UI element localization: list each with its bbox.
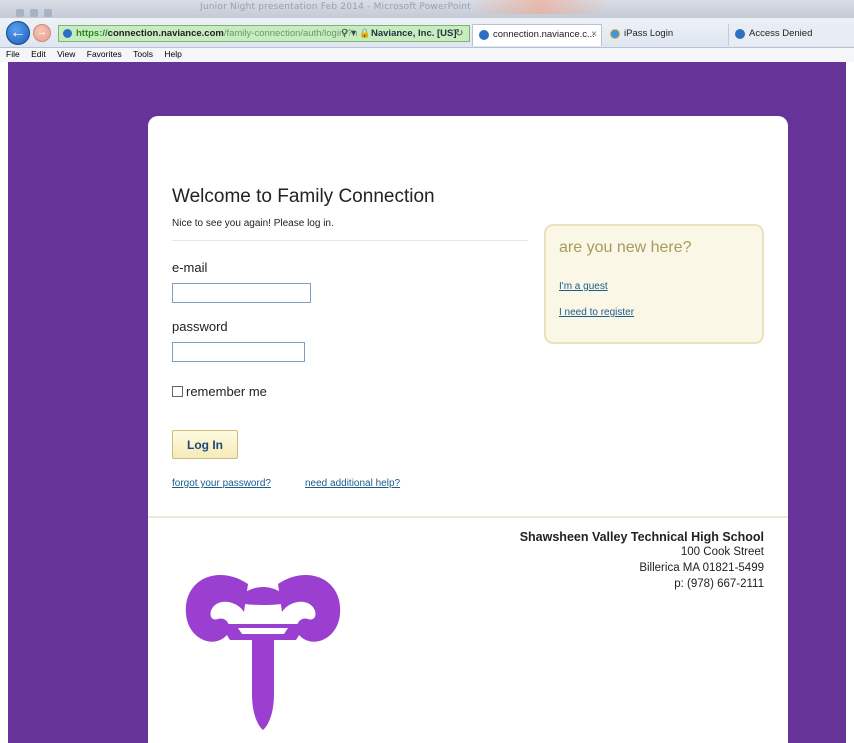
naviance-favicon-icon: [479, 30, 489, 40]
page-title: Welcome to Family Connection: [172, 186, 435, 207]
forgot-password-link[interactable]: forgot your password?: [172, 478, 271, 489]
password-field[interactable]: [172, 342, 305, 362]
school-info: Shawsheen Valley Technical High School 1…: [520, 530, 764, 592]
school-phone: p: (978) 667-2111: [674, 578, 764, 590]
address-url[interactable]: https://connection.naviance.com/family-c…: [76, 26, 357, 41]
guest-link[interactable]: I'm a guest: [559, 281, 608, 292]
school-city: Billerica MA 01821-5499: [639, 562, 764, 574]
address-bar[interactable]: https://connection.naviance.com/family-c…: [58, 25, 470, 42]
forward-arrow-icon[interactable]: →: [33, 24, 51, 42]
password-label: password: [172, 319, 228, 334]
site-globe-icon: [63, 29, 72, 38]
email-label: e-mail: [172, 260, 208, 275]
titlebar-highlight: [470, 0, 610, 14]
page-viewport: Welcome to Family Connection Nice to see…: [0, 62, 854, 743]
lock-icon[interactable]: 🔒: [359, 26, 370, 41]
window-titlebar: Junior Night presentation Feb 2014 - Mic…: [0, 0, 854, 18]
ie-favicon-icon: [610, 29, 620, 39]
tab-connection-naviance[interactable]: connection.naviance.c... ×: [472, 24, 602, 46]
school-name: Shawsheen Valley Technical High School: [519, 530, 764, 544]
school-street: 100 Cook Street: [680, 546, 764, 558]
remember-label: remember me: [186, 384, 267, 399]
url-host: connection.naviance.com: [107, 28, 224, 39]
register-link[interactable]: I need to register: [559, 307, 634, 318]
additional-help-link[interactable]: need additional help?: [305, 478, 400, 489]
window-title: Junior Night presentation Feb 2014 - Mic…: [200, 2, 471, 12]
tab-ipass-login[interactable]: iPass Login: [604, 24, 724, 46]
remember-me[interactable]: remember me: [172, 384, 267, 399]
remember-checkbox[interactable]: [172, 386, 183, 397]
refresh-icon[interactable]: ↻: [455, 26, 463, 41]
divider: [172, 240, 528, 241]
menu-tools[interactable]: Tools: [133, 48, 153, 61]
menu-favorites[interactable]: Favorites: [87, 48, 122, 61]
new-here-panel: are you new here? I'm a guest I need to …: [544, 224, 764, 344]
viewport-margin-right: [846, 62, 854, 743]
tab-label: connection.naviance.c...: [493, 29, 595, 40]
login-button[interactable]: Log In: [172, 430, 238, 459]
url-scheme: https://: [76, 28, 108, 39]
back-arrow-icon[interactable]: ←: [6, 21, 30, 45]
search-dropdown-icon[interactable]: ⚲ ▾: [341, 26, 356, 41]
viewport-margin-left: [0, 62, 8, 743]
ram-logo-icon: [185, 575, 341, 730]
tab-label: iPass Login: [624, 28, 674, 39]
email-field[interactable]: [172, 283, 311, 303]
menu-bar: File Edit View Favorites Tools Help: [0, 48, 854, 62]
menu-edit[interactable]: Edit: [31, 48, 46, 61]
close-tab-icon[interactable]: ×: [591, 25, 597, 45]
new-here-title: are you new here?: [559, 239, 692, 256]
quick-access-toolbar[interactable]: [16, 4, 106, 17]
footer-divider: [148, 516, 788, 518]
menu-view[interactable]: View: [57, 48, 75, 61]
globe-favicon-icon: [735, 29, 745, 39]
login-card: Welcome to Family Connection Nice to see…: [148, 116, 788, 743]
menu-file[interactable]: File: [6, 48, 20, 61]
browser-toolbar: ← → https://connection.naviance.com/fami…: [0, 18, 854, 48]
url-path: /family-connection/auth/login/?h: [223, 28, 358, 39]
certificate-label[interactable]: Naviance, Inc. [US]: [371, 26, 457, 41]
tab-label: Access Denied: [749, 28, 813, 39]
menu-help[interactable]: Help: [164, 48, 181, 61]
tab-access-denied[interactable]: Access Denied: [728, 24, 854, 46]
page-subtitle: Nice to see you again! Please log in.: [172, 218, 334, 229]
